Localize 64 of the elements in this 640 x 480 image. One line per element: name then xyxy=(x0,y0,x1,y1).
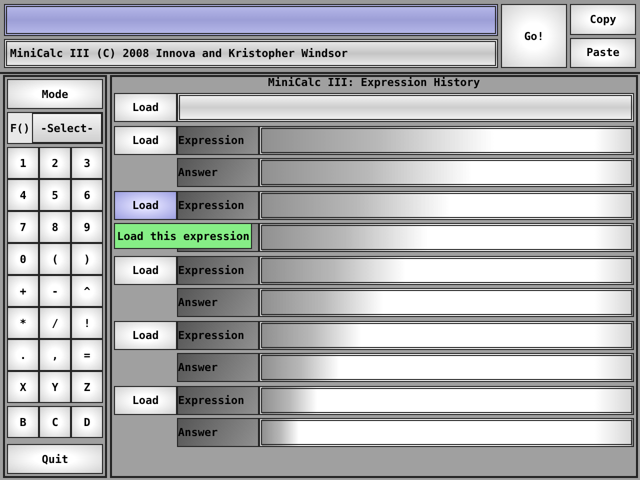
key-button[interactable]: 7 xyxy=(7,211,39,243)
expression-field[interactable] xyxy=(259,256,634,285)
expression-label: Expression xyxy=(177,256,259,285)
answer-label: Answer xyxy=(177,418,259,447)
go-button[interactable]: Go! xyxy=(501,4,567,68)
key-button[interactable]: 3 xyxy=(71,147,103,179)
answer-label: Answer xyxy=(177,158,259,187)
key-button[interactable]: ) xyxy=(71,243,103,275)
quit-button[interactable]: Quit xyxy=(7,444,103,474)
key-button[interactable]: 8 xyxy=(39,211,71,243)
expression-input[interactable] xyxy=(4,4,498,36)
expression-label: Expression xyxy=(177,386,259,415)
key-button[interactable]: Z xyxy=(71,371,103,403)
info-text: MiniCalc III (C) 2008 Innova and Kristopher Windsor xyxy=(4,38,498,68)
key-button[interactable]: ^ xyxy=(71,275,103,307)
key-button[interactable]: Y xyxy=(39,371,71,403)
key-button[interactable]: 4 xyxy=(7,179,39,211)
key-button[interactable]: X xyxy=(7,371,39,403)
answer-field[interactable] xyxy=(259,158,634,187)
expression-field[interactable] xyxy=(259,191,634,220)
expression-label: Expression xyxy=(177,191,259,220)
copy-button[interactable]: Copy xyxy=(570,4,636,34)
tooltip: Load this expression xyxy=(114,223,252,249)
key-button[interactable]: * xyxy=(7,307,39,339)
key-button[interactable]: ( xyxy=(39,243,71,275)
expression-field[interactable] xyxy=(259,126,634,155)
key-button[interactable]: 1 xyxy=(7,147,39,179)
key-button[interactable]: 9 xyxy=(71,211,103,243)
load-button[interactable]: Load xyxy=(114,321,177,350)
answer-field[interactable] xyxy=(259,288,634,317)
key-button[interactable]: . xyxy=(7,339,39,371)
answer-field[interactable] xyxy=(259,418,634,447)
load-button[interactable]: Load xyxy=(114,256,177,285)
key-button[interactable]: , xyxy=(39,339,71,371)
answer-label: Answer xyxy=(177,353,259,382)
expression-field[interactable] xyxy=(259,386,634,415)
load-button[interactable]: Load xyxy=(114,126,177,155)
load-button[interactable]: Load xyxy=(114,93,177,122)
key-button[interactable]: - xyxy=(39,275,71,307)
expression-field[interactable] xyxy=(177,93,634,122)
key-button[interactable]: + xyxy=(7,275,39,307)
answer-label: Answer xyxy=(177,288,259,317)
key-button[interactable]: D xyxy=(71,406,103,438)
key-button[interactable]: / xyxy=(39,307,71,339)
paste-button[interactable]: Paste xyxy=(570,38,636,68)
load-button[interactable]: Load xyxy=(114,191,177,220)
function-label: F() xyxy=(9,120,31,136)
key-button[interactable]: = xyxy=(71,339,103,371)
key-button[interactable]: C xyxy=(39,406,71,438)
key-button[interactable]: 6 xyxy=(71,179,103,211)
function-dropdown[interactable]: -Select- xyxy=(32,113,102,143)
expression-label: Expression xyxy=(177,321,259,350)
answer-field[interactable] xyxy=(259,353,634,382)
expression-label: Expression xyxy=(177,126,259,155)
key-button[interactable]: 5 xyxy=(39,179,71,211)
key-button[interactable]: 0 xyxy=(7,243,39,275)
mode-button[interactable]: Mode xyxy=(7,79,103,109)
load-button[interactable]: Load xyxy=(114,386,177,415)
key-button[interactable]: 2 xyxy=(39,147,71,179)
key-button[interactable]: B xyxy=(7,406,39,438)
expression-field[interactable] xyxy=(259,321,634,350)
answer-field[interactable] xyxy=(259,223,634,252)
key-button[interactable]: ! xyxy=(71,307,103,339)
history-title: MiniCalc III: Expression History xyxy=(267,77,481,89)
